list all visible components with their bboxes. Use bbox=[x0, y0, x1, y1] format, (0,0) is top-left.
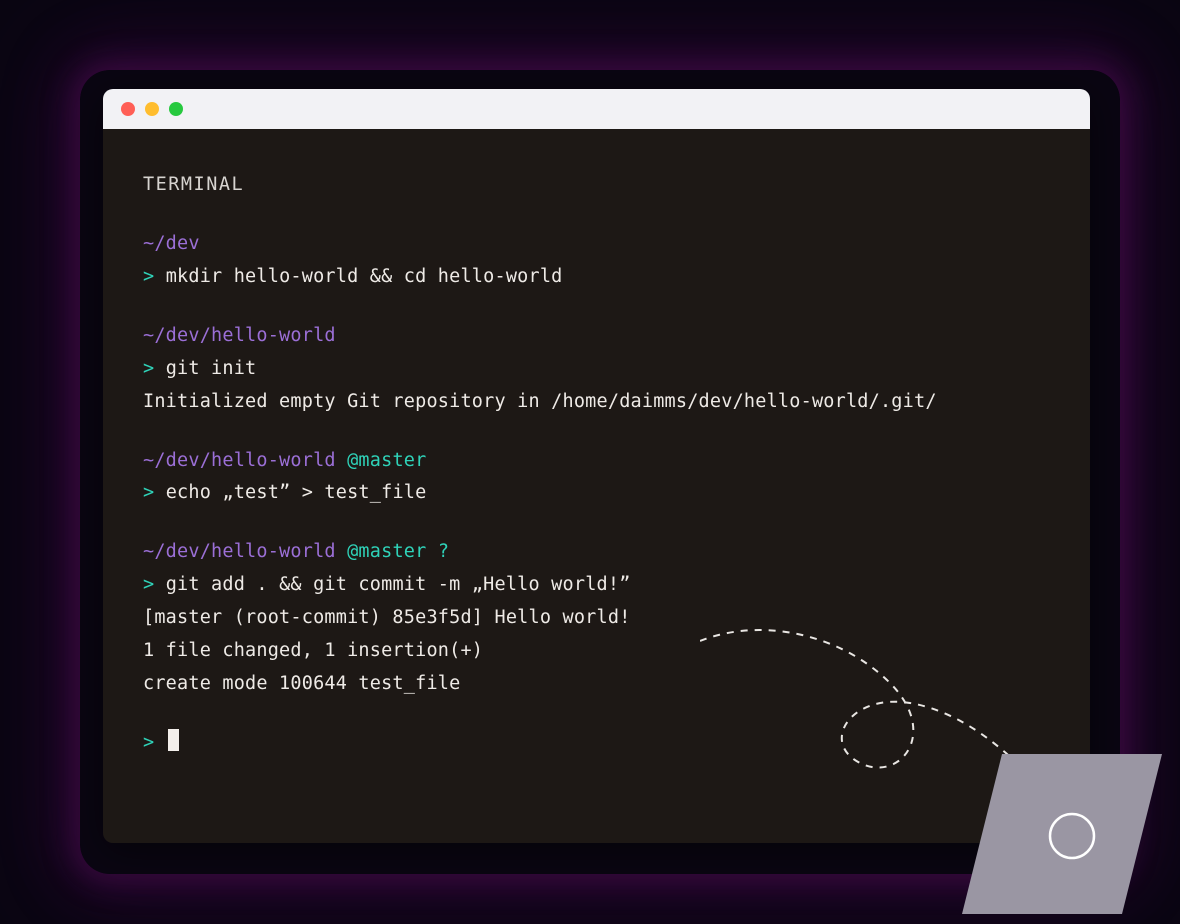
prompt-symbol: > bbox=[143, 732, 154, 753]
prompt-symbol: > bbox=[143, 574, 154, 595]
active-prompt-line[interactable]: > bbox=[143, 727, 1050, 760]
terminal-window: TERMINAL ~/dev > mkdir hello-world && cd… bbox=[103, 89, 1090, 843]
output-line: create mode 100644 test_file bbox=[143, 668, 1050, 701]
close-icon[interactable] bbox=[121, 102, 135, 116]
prompt-symbol: > bbox=[143, 266, 154, 287]
terminal-block: ~/dev/hello-world @master ? > git add . … bbox=[143, 536, 1050, 701]
prompt-path: ~/dev bbox=[143, 233, 200, 254]
terminal-block: ~/dev > mkdir hello-world && cd hello-wo… bbox=[143, 228, 1050, 294]
prompt-path: ~/dev/hello-world bbox=[143, 325, 336, 346]
output-line: Initialized empty Git repository in /hom… bbox=[143, 386, 1050, 419]
output-line: 1 file changed, 1 insertion(+) bbox=[143, 635, 1050, 668]
command-text: mkdir hello-world && cd hello-world bbox=[166, 266, 563, 287]
terminal-block: ~/dev/hello-world > git init Initialized… bbox=[143, 320, 1050, 419]
command-text: git init bbox=[166, 358, 257, 379]
prompt-symbol: > bbox=[143, 358, 154, 379]
command-text: git add . && git commit -m „Hello world!… bbox=[166, 574, 631, 595]
prompt-status: ? bbox=[438, 541, 449, 562]
prompt-path: ~/dev/hello-world bbox=[143, 541, 336, 562]
terminal-body[interactable]: TERMINAL ~/dev > mkdir hello-world && cd… bbox=[103, 129, 1090, 843]
prompt-branch: @master bbox=[347, 450, 426, 471]
output-line: [master (root-commit) 85e3f5d] Hello wor… bbox=[143, 602, 1050, 635]
maximize-icon[interactable] bbox=[169, 102, 183, 116]
titlebar bbox=[103, 89, 1090, 129]
minimize-icon[interactable] bbox=[145, 102, 159, 116]
terminal-block: ~/dev/hello-world @master > echo „test” … bbox=[143, 445, 1050, 511]
cursor-icon bbox=[168, 729, 179, 751]
terminal-title: TERMINAL bbox=[143, 169, 1050, 202]
command-text: echo „test” > test_file bbox=[166, 482, 427, 503]
prompt-branch: @master bbox=[347, 541, 426, 562]
prompt-symbol: > bbox=[143, 482, 154, 503]
prompt-path: ~/dev/hello-world bbox=[143, 450, 336, 471]
